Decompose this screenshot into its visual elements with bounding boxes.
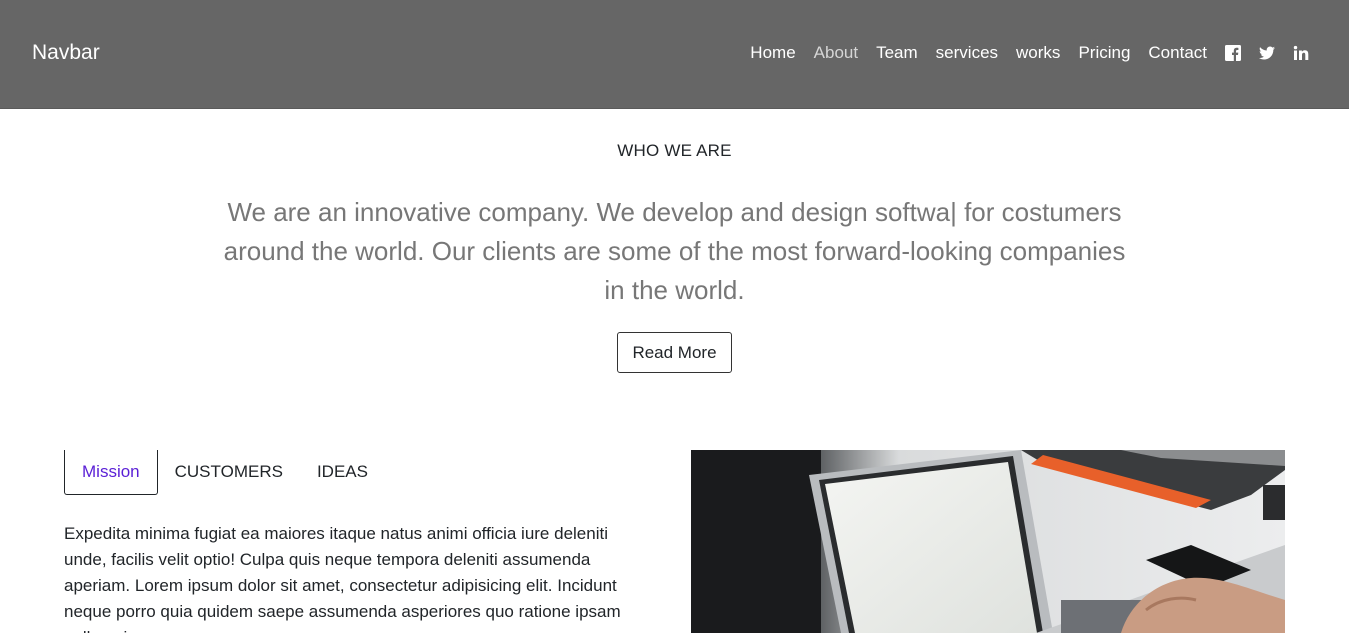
nav-link-contact[interactable]: Contact (1148, 41, 1207, 65)
laptop-photo (691, 450, 1285, 633)
nav-link-services[interactable]: services (936, 41, 998, 65)
tab-ideas[interactable]: IDEAS (300, 450, 385, 495)
navbar: Navbar Home About Team services works Pr… (0, 0, 1349, 109)
linkedin-icon[interactable] (1293, 45, 1309, 61)
tab-bar: Mission CUSTOMERS IDEAS (64, 450, 385, 495)
nav-link-about[interactable]: About (814, 41, 858, 65)
section-heading: WHO WE ARE (617, 141, 732, 160)
read-more-button[interactable]: Read More (617, 332, 732, 373)
nav-links: Home About Team services works Pricing C… (750, 41, 1309, 65)
tab-mission[interactable]: Mission (64, 450, 158, 495)
laptop-image (691, 450, 1285, 633)
nav-link-pricing[interactable]: Pricing (1078, 41, 1130, 65)
facebook-icon[interactable] (1225, 45, 1241, 61)
twitter-icon[interactable] (1259, 45, 1275, 61)
tab-customers[interactable]: CUSTOMERS (158, 450, 300, 495)
navbar-brand[interactable]: Navbar (32, 40, 100, 66)
tab-content-text: Expedita minima fugiat ea maiores itaque… (64, 524, 621, 633)
about-lead-text: We are an innovative company. We develop… (223, 197, 1126, 305)
nav-link-works[interactable]: works (1016, 41, 1060, 65)
nav-link-home[interactable]: Home (750, 41, 795, 65)
nav-link-team[interactable]: Team (876, 41, 918, 65)
